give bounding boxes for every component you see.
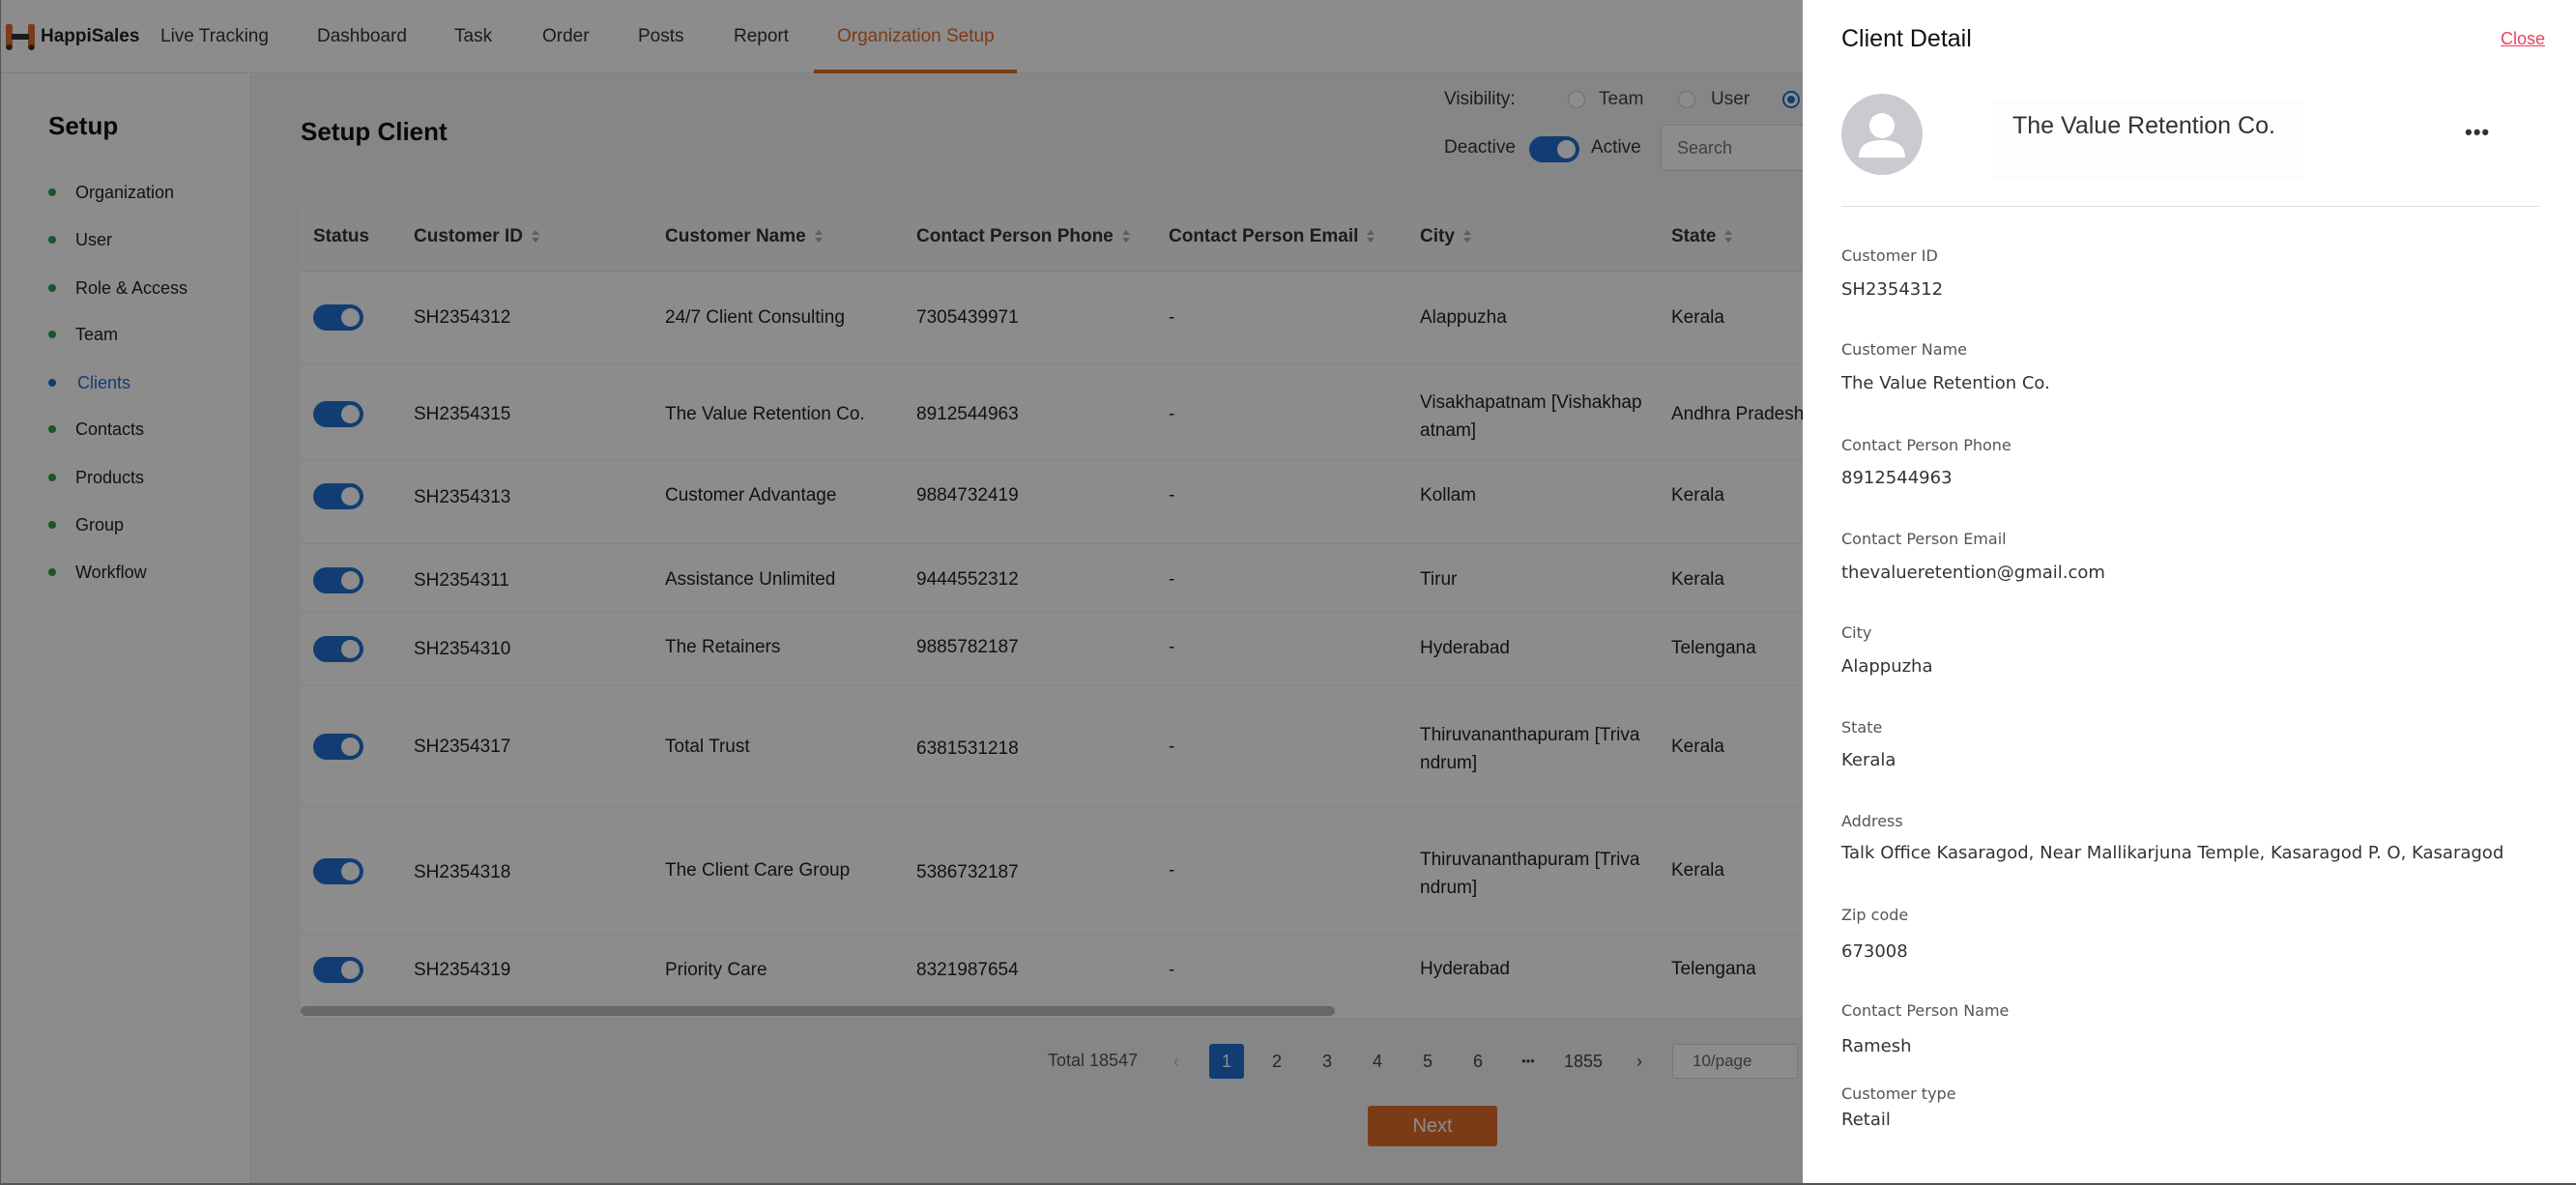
field-label-city: City	[1841, 623, 1872, 642]
window-left-border	[0, 0, 1, 1185]
field-label-customer-type: Customer type	[1841, 1084, 1956, 1103]
field-label-contact-phone: Contact Person Phone	[1841, 436, 2012, 454]
modal-backdrop[interactable]	[0, 0, 1803, 1185]
field-label-zip-code: Zip code	[1841, 906, 1909, 924]
field-value-customer-name: The Value Retention Co.	[1841, 373, 2050, 393]
more-options-icon[interactable]: •••	[2465, 120, 2490, 145]
field-value-contact-phone: 8912544963	[1841, 468, 1953, 488]
field-value-address: Talk Office Kasaragod, Near Mallikarjuna…	[1841, 843, 2504, 863]
avatar-placeholder-icon	[1841, 94, 1923, 175]
drawer-title: Client Detail	[1841, 25, 1972, 52]
client-detail-drawer: Client Detail The Value Retention Co. Cu…	[1803, 0, 2576, 1185]
drawer-divider	[1841, 206, 2539, 207]
field-label-customer-id: Customer ID	[1841, 246, 1938, 265]
field-value-zip-code: 673008	[1841, 941, 1908, 962]
field-value-city: Alappuzha	[1841, 656, 1933, 677]
field-value-customer-id: SH2354312	[1841, 279, 1944, 300]
field-label-contact-person-name: Contact Person Name	[1841, 1001, 2010, 1020]
app-root: HappiSales Live Tracking Dashboard Task …	[0, 0, 2576, 1185]
field-label-customer-name: Customer Name	[1841, 340, 1968, 359]
field-label-contact-email: Contact Person Email	[1841, 530, 2007, 548]
close-drawer-link[interactable]: Close	[2501, 29, 2545, 49]
field-label-state: State	[1841, 718, 1883, 737]
field-value-contact-email: thevalueretention@gmail.com	[1841, 563, 2105, 583]
client-name-heading: The Value Retention Co.	[1992, 101, 2304, 180]
field-value-state: Kerala	[1841, 750, 1896, 770]
field-value-customer-type: Retail	[1841, 1110, 1891, 1130]
field-value-contact-person-name: Ramesh	[1841, 1036, 1912, 1056]
field-label-address: Address	[1841, 812, 1903, 830]
